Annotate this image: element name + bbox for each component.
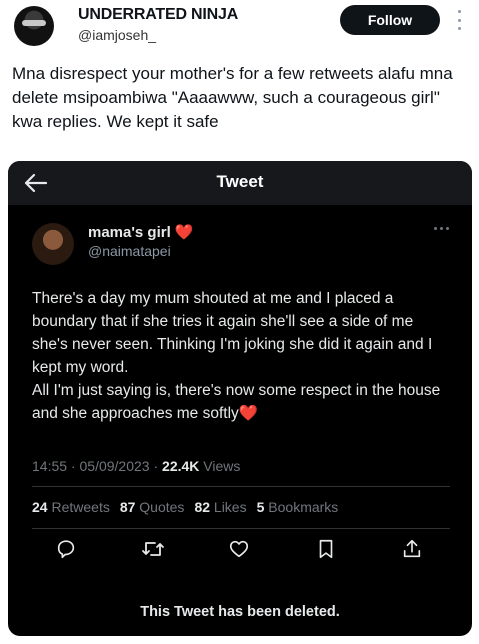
- retweets-stat[interactable]: 24 Retweets: [32, 499, 110, 515]
- author-avatar[interactable]: [14, 6, 54, 46]
- divider: [32, 528, 450, 529]
- tweet-date: 05/09/2023: [79, 458, 150, 474]
- tweet-time: 14:55: [32, 458, 68, 474]
- reply-icon: [57, 540, 75, 559]
- deleted-notice: This Tweet has been deleted.: [140, 604, 340, 620]
- bookmark-icon: [319, 539, 332, 559]
- quoted-paragraph-1: There's a day my mum shouted at me and I…: [32, 290, 433, 376]
- like-icon: [229, 540, 249, 558]
- more-options-icon[interactable]: [456, 10, 462, 30]
- tweet-text: Mna disrespect your mother's for a few r…: [12, 64, 453, 131]
- engagement-stats: 24 Retweets 87 Quotes 82 Likes 5 Bookmar…: [32, 499, 338, 515]
- retweet-button[interactable]: [141, 537, 165, 561]
- heart-emoji-icon: ❤️: [174, 224, 194, 241]
- tweet-header-bar: Tweet: [8, 161, 472, 205]
- bookmarks-stat[interactable]: 5 Bookmarks: [257, 499, 339, 515]
- action-bar: [54, 537, 424, 561]
- quoted-paragraph-2: All I'm just saying is, there's now some…: [32, 382, 441, 422]
- retweet-icon: [141, 542, 164, 556]
- author-handle[interactable]: @iamjoseh_: [78, 27, 156, 43]
- quoted-author[interactable]: mama's girl ❤️: [88, 223, 194, 242]
- quoted-author-name[interactable]: mama's girl: [88, 224, 171, 241]
- bookmark-button[interactable]: [314, 537, 338, 561]
- page-title: Tweet: [216, 172, 264, 191]
- more-icon[interactable]: [434, 227, 449, 230]
- share-button[interactable]: [400, 537, 424, 561]
- views-count: 22.4K: [162, 458, 200, 474]
- quoted-avatar[interactable]: [32, 223, 74, 265]
- tweet-timestamp[interactable]: 14:55 · 05/09/2023 · 22.4K Views: [32, 458, 240, 474]
- follow-button[interactable]: Follow: [340, 5, 440, 35]
- share-icon: [403, 539, 421, 558]
- author-name[interactable]: UNDERRATED NINJA: [78, 6, 238, 24]
- divider: [32, 486, 450, 487]
- likes-stat[interactable]: 82 Likes: [194, 499, 246, 515]
- quoted-tweet-text: There's a day my mum shouted at me and I…: [32, 287, 452, 425]
- quoted-tweet-screenshot: Tweet mama's girl ❤️ @naimatapei There's…: [8, 161, 472, 636]
- quotes-stat[interactable]: 87 Quotes: [120, 499, 185, 515]
- like-button[interactable]: [227, 537, 251, 561]
- views-label: Views: [203, 458, 241, 474]
- reply-button[interactable]: [54, 537, 78, 561]
- quoted-author-handle[interactable]: @naimatapei: [88, 243, 171, 259]
